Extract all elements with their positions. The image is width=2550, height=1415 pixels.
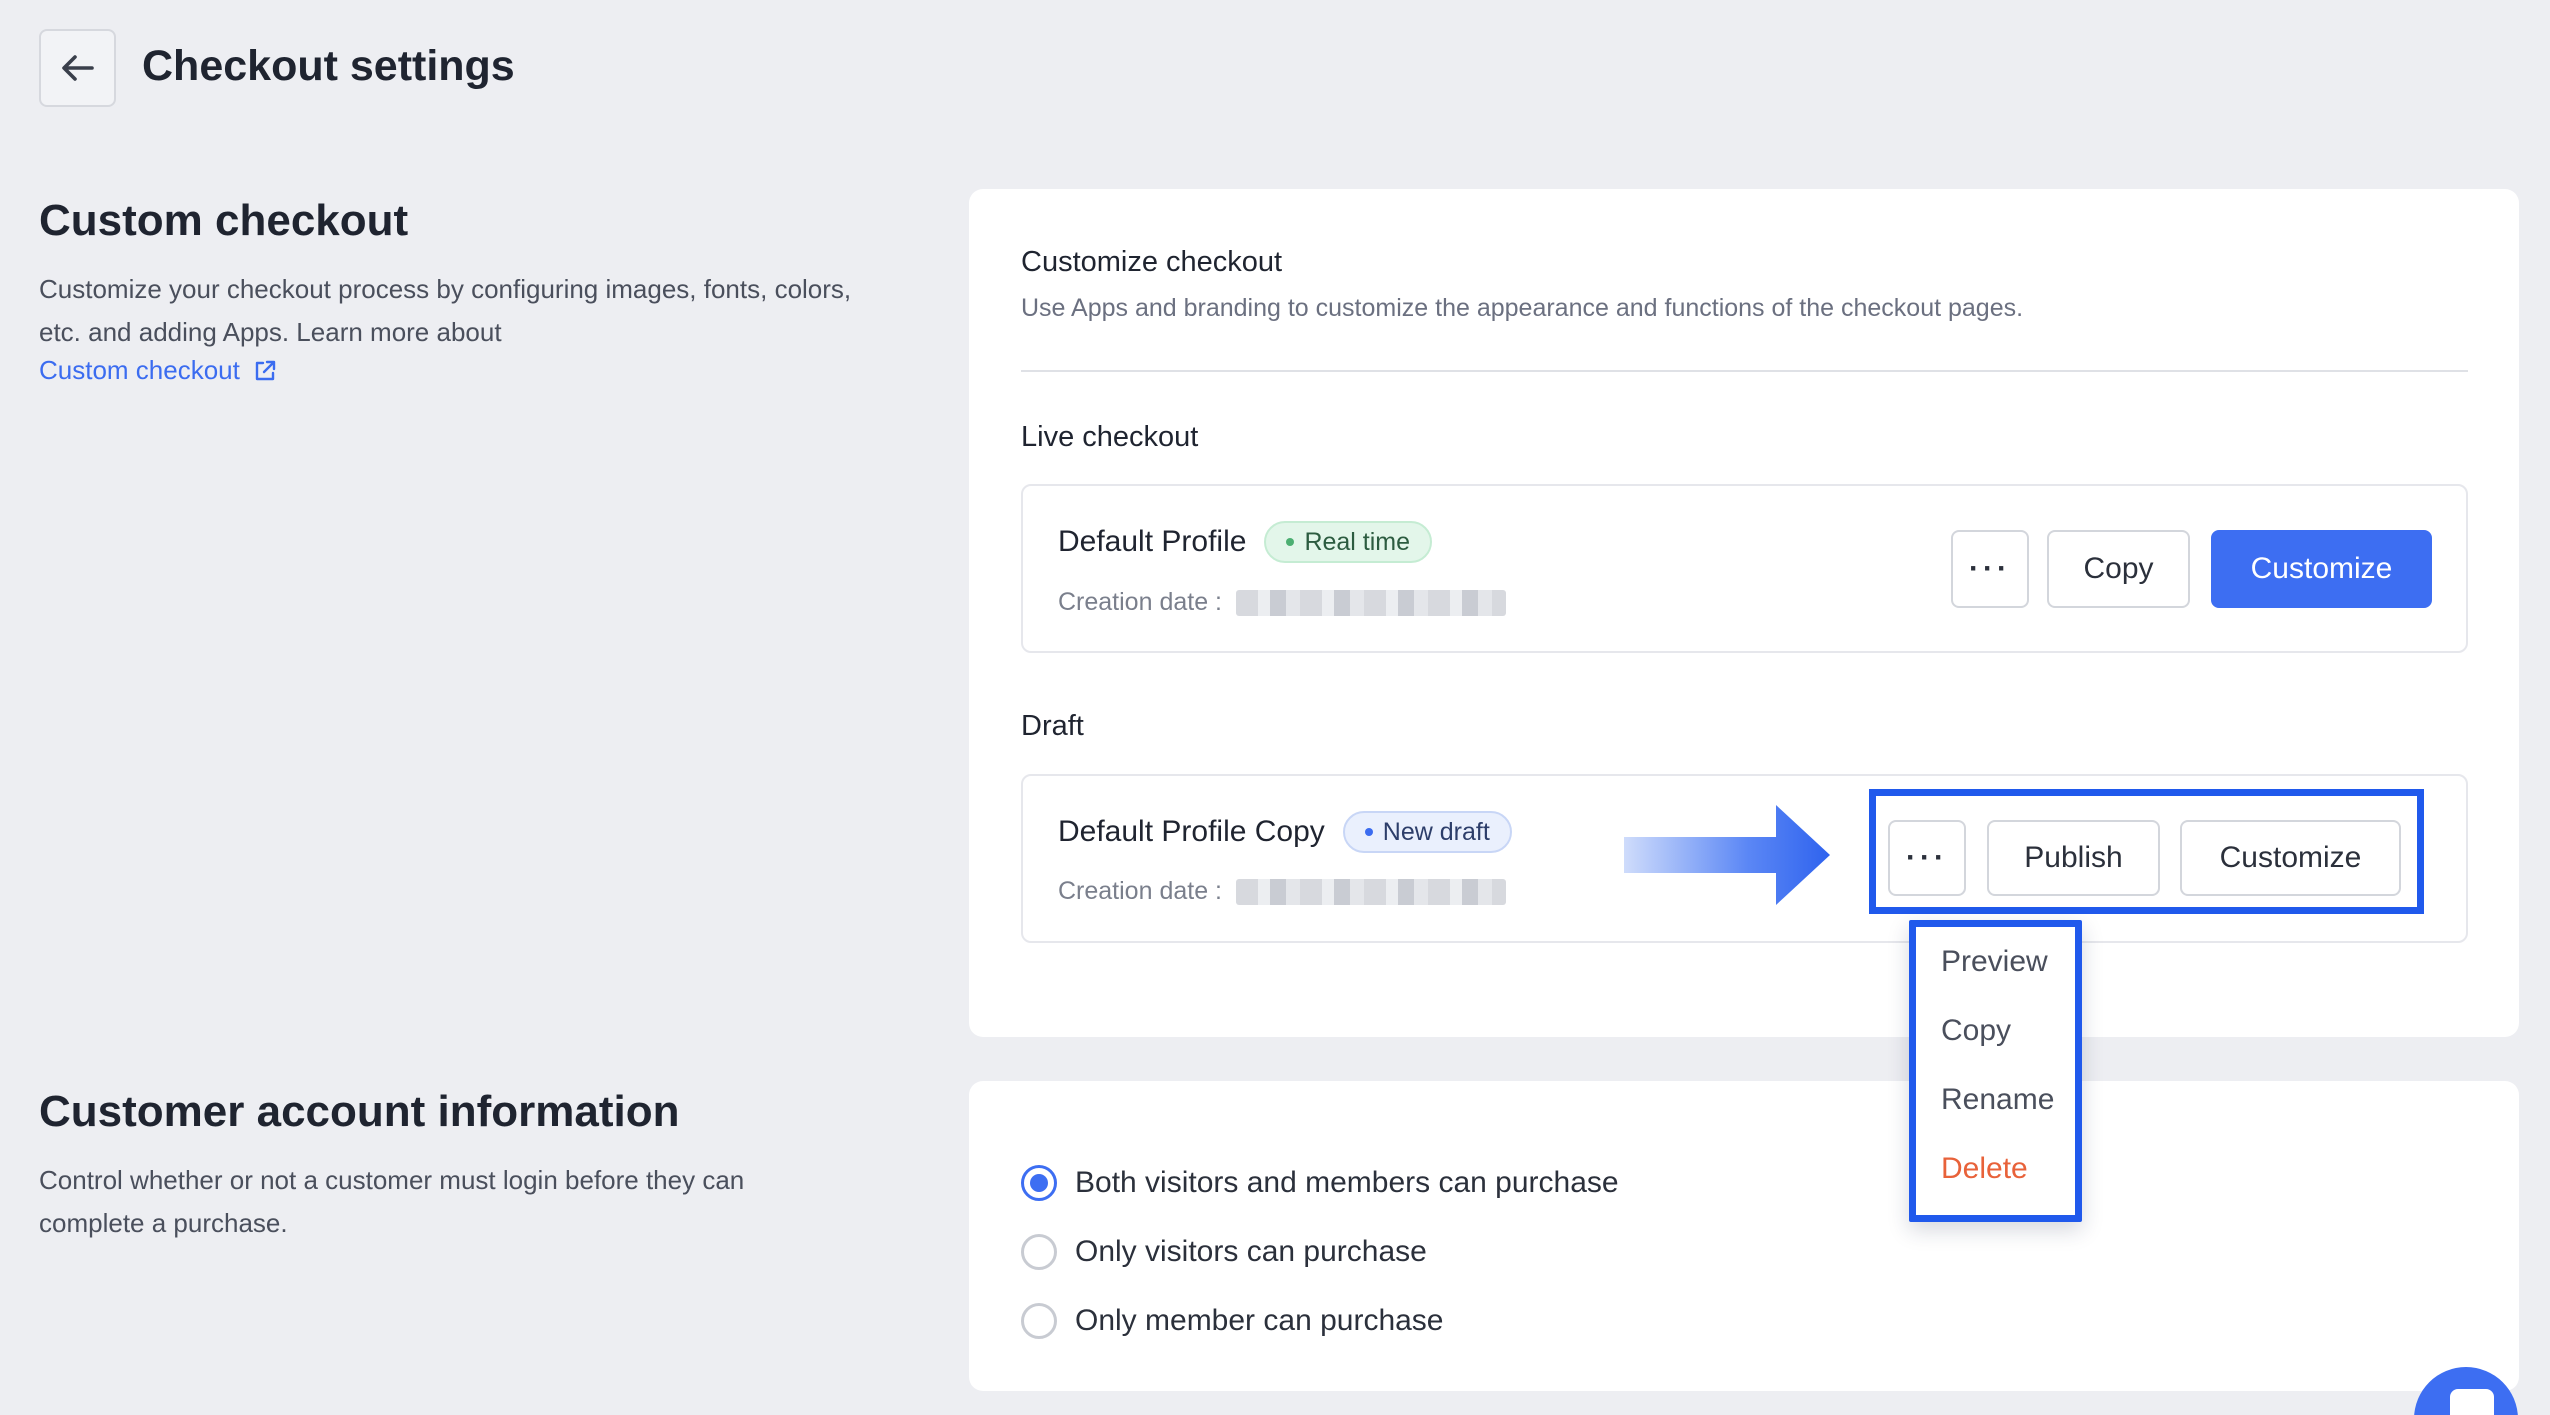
- menu-item-delete[interactable]: Delete: [1941, 1152, 2028, 1186]
- external-link-icon: [255, 360, 276, 380]
- menu-item-preview[interactable]: Preview: [1941, 945, 2048, 979]
- custom-checkout-title: Custom checkout: [39, 196, 409, 245]
- draft-more-button[interactable]: ···: [1888, 820, 1966, 896]
- more-icon: ···: [1969, 552, 2011, 585]
- draft-customize-button[interactable]: Customize: [2180, 820, 2401, 896]
- draft-creation-date-label: Creation date :: [1058, 877, 1222, 905]
- live-profile-row: Default Profile Real time Creation date …: [1021, 484, 2468, 653]
- page-title: Checkout settings: [142, 42, 515, 90]
- new-draft-badge: New draft: [1342, 811, 1512, 853]
- customize-checkout-card: Customize checkout Use Apps and branding…: [969, 189, 2519, 1037]
- customer-account-card: Both visitors and members can purchase O…: [969, 1081, 2519, 1391]
- option-only-members[interactable]: Only member can purchase: [1021, 1303, 1444, 1339]
- radio-unselected-icon: [1021, 1234, 1057, 1270]
- customize-checkout-subheading: Use Apps and branding to customize the a…: [1021, 294, 2024, 322]
- back-button[interactable]: [39, 29, 116, 107]
- customer-account-description: Control whether or not a customer must l…: [39, 1165, 745, 1238]
- draft-publish-button[interactable]: Publish: [1987, 820, 2160, 896]
- more-icon: ···: [1906, 841, 1948, 874]
- radio-unselected-icon: [1021, 1303, 1057, 1339]
- custom-checkout-link[interactable]: Custom checkout: [39, 355, 278, 386]
- customize-checkout-heading: Customize checkout: [1021, 246, 1283, 278]
- live-copy-button[interactable]: Copy: [2047, 530, 2190, 608]
- custom-checkout-link-label: Custom checkout: [39, 355, 240, 385]
- redacted-date: [1236, 589, 1506, 616]
- menu-item-copy[interactable]: Copy: [1941, 1014, 2011, 1048]
- real-time-badge: Real time: [1264, 521, 1433, 563]
- status-dot-icon: [1364, 828, 1373, 836]
- menu-item-rename[interactable]: Rename: [1941, 1083, 2054, 1117]
- radio-selected-icon: [1021, 1165, 1057, 1201]
- annotation-arrow-icon: [1624, 805, 1830, 905]
- draft-actions-menu: Preview Copy Rename Delete: [1909, 920, 2082, 1222]
- live-profile-name: Default Profile: [1058, 525, 1247, 558]
- draft-label: Draft: [1021, 710, 1084, 742]
- arrow-left-icon: [61, 55, 94, 81]
- live-creation-date-label: Creation date :: [1058, 588, 1222, 616]
- draft-profile-row: Default Profile Copy New draft Creation …: [1021, 774, 2468, 943]
- live-more-button[interactable]: ···: [1951, 530, 2029, 608]
- section-divider: [1021, 370, 2468, 372]
- live-checkout-label: Live checkout: [1021, 421, 1199, 453]
- draft-profile-name: Default Profile Copy: [1058, 815, 1325, 848]
- custom-checkout-description: Customize your checkout process by confi…: [39, 274, 852, 347]
- status-dot-icon: [1286, 538, 1295, 546]
- redacted-date: [1236, 878, 1506, 905]
- live-customize-button[interactable]: Customize: [2211, 530, 2432, 608]
- option-both-visitors-members[interactable]: Both visitors and members can purchase: [1021, 1165, 1619, 1201]
- chat-icon: [2450, 1389, 2494, 1415]
- option-only-visitors[interactable]: Only visitors can purchase: [1021, 1234, 1427, 1270]
- customer-account-title: Customer account information: [39, 1087, 680, 1136]
